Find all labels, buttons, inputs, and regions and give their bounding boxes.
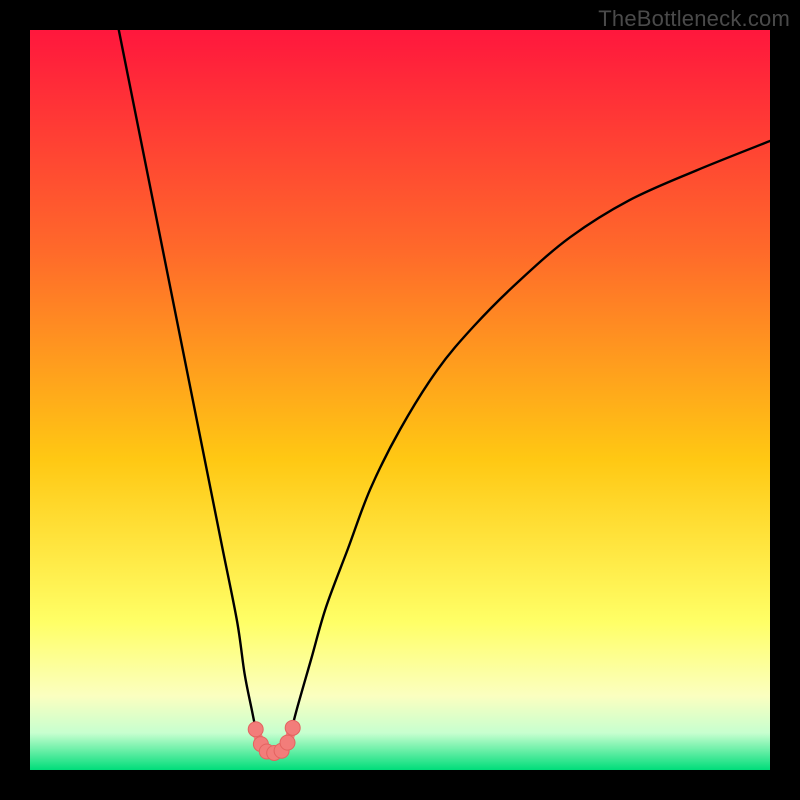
- trough-marker-point: [248, 722, 263, 737]
- trough-marker-point: [280, 735, 295, 750]
- chart-frame: TheBottleneck.com: [0, 0, 800, 800]
- plot-area: [30, 30, 770, 770]
- trough-marker-point: [285, 720, 300, 735]
- chart-svg: [30, 30, 770, 770]
- watermark-text: TheBottleneck.com: [598, 6, 790, 32]
